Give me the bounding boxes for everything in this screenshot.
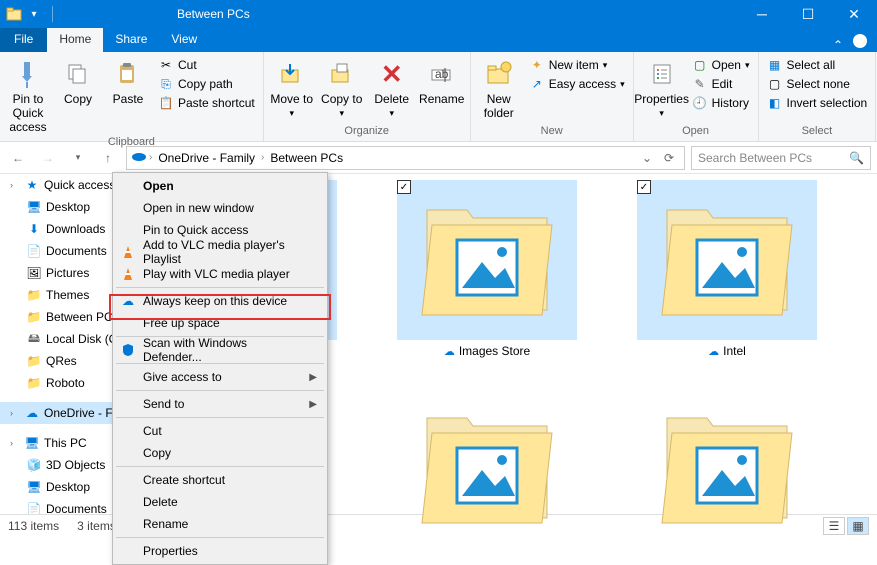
ribbon-collapse-icon[interactable]: ⌃ [823,38,853,52]
folder-item[interactable] [397,388,577,548]
paste-button[interactable]: Paste [104,56,152,108]
delete-button[interactable]: ✕Delete▾ [368,56,416,121]
copy-button[interactable]: Copy [54,56,102,108]
ctx-defender[interactable]: Scan with Windows Defender... [115,339,325,361]
ctx-addvlc[interactable]: Add to VLC media player's Playlist [115,241,325,263]
qat-dropdown-icon[interactable]: ▾ [26,6,42,22]
ctx-opennew[interactable]: Open in new window [115,197,325,219]
ctx-giveaccess[interactable]: Give access to▶ [115,366,325,388]
history-button[interactable]: 🕘History [688,94,754,112]
address-bar: ← → ▾ ↑ › OneDrive - Family › Between PC… [0,142,877,174]
ctx-sendto[interactable]: Send to▶ [115,393,325,415]
folder-icon [6,6,22,22]
shield-icon [120,342,136,358]
checkbox-checked-icon[interactable]: ✓ [397,180,411,194]
ctx-playvlc[interactable]: Play with VLC media player [115,263,325,285]
selectall-button[interactable]: ▦Select all [763,56,872,74]
up-button[interactable]: ↑ [96,146,120,170]
view-icons-button[interactable]: ▦ [847,517,869,535]
chevron-right-icon[interactable]: › [261,152,264,163]
properties-button[interactable]: Properties▾ [638,56,686,121]
help-icon[interactable]: ? [853,34,867,48]
ctx-rename[interactable]: Rename [115,513,325,535]
ctx-alwayskeep[interactable]: ☁Always keep on this device [115,290,325,312]
submenu-arrow-icon: ▶ [309,372,317,383]
refresh-icon[interactable]: ⟳ [658,151,680,165]
recent-dropdown[interactable]: ▾ [66,146,90,170]
rename-button[interactable]: abRename [418,56,466,108]
copypath-button[interactable]: ⎘Copy path [154,75,259,93]
context-menu: Open Open in new window Pin to Quick acc… [112,172,328,565]
newfolder-button[interactable]: New folder [475,56,523,122]
ctx-properties[interactable]: Properties [115,540,325,562]
folder-item[interactable]: ✓ ☁Images Store [397,180,577,358]
folder-item[interactable] [637,388,817,548]
vlc-icon [120,244,136,260]
ctx-createshortcut[interactable]: Create shortcut [115,469,325,491]
breadcrumb[interactable]: › OneDrive - Family › Between PCs ⌄ ⟳ [126,146,685,170]
open-button[interactable]: ▢Open ▾ [688,56,754,74]
close-button[interactable]: ✕ [831,0,877,28]
search-input[interactable]: Search Between PCs 🔍 [691,146,871,170]
ctx-copy[interactable]: Copy [115,442,325,464]
moveto-button[interactable]: Move to▾ [268,56,316,121]
search-placeholder: Search Between PCs [698,151,812,165]
cut-button[interactable]: ✂Cut [154,56,259,74]
onedrive-icon [131,150,147,165]
window-title: Between PCs [57,7,250,21]
vlc-icon [120,266,136,282]
status-item-count: 113 items [8,519,59,533]
tab-view[interactable]: View [159,28,209,52]
newitem-button[interactable]: ✦New item ▾ [525,56,629,74]
tab-file[interactable]: File [0,28,47,52]
edit-button[interactable]: ✎Edit [688,75,754,93]
folder-item[interactable]: ✓ ☁Intel [637,180,817,358]
checkbox-checked-icon[interactable]: ✓ [637,180,651,194]
pasteshortcut-button[interactable]: 📋Paste shortcut [154,94,259,112]
forward-button[interactable]: → [36,146,60,170]
ribbon-tabs: File Home Share View ⌃ ? [0,28,877,52]
submenu-arrow-icon: ▶ [309,399,317,410]
ribbon: Pin to Quick access Copy Paste ✂Cut ⎘Cop… [0,52,877,142]
view-details-button[interactable]: ☰ [823,517,845,535]
ctx-cut[interactable]: Cut [115,420,325,442]
chevron-right-icon[interactable]: › [149,152,152,163]
minimize-button[interactable]: ─ [739,0,785,28]
ctx-delete[interactable]: Delete [115,491,325,513]
selectnone-button[interactable]: ▢Select none [763,75,872,93]
maximize-button[interactable]: ☐ [785,0,831,28]
pin-quickaccess-button[interactable]: Pin to Quick access [4,56,52,136]
cloud-icon: ☁ [444,345,455,358]
tab-home[interactable]: Home [47,28,103,52]
back-button[interactable]: ← [6,146,30,170]
cloud-icon: ☁ [708,345,719,358]
breadcrumb-seg1[interactable]: OneDrive - Family [154,151,259,165]
breadcrumb-seg2[interactable]: Between PCs [266,151,347,165]
invertselection-button[interactable]: ◧Invert selection [763,94,872,112]
onedrive-icon: ☁ [120,293,136,309]
tab-share[interactable]: Share [103,28,159,52]
title-bar: ▾ Between PCs ─ ☐ ✕ [0,0,877,28]
addr-dropdown-icon[interactable]: ⌄ [636,151,658,165]
search-icon: 🔍 [849,151,864,165]
easyaccess-button[interactable]: ↗Easy access ▾ [525,75,629,93]
copyto-button[interactable]: Copy to▾ [318,56,366,121]
ctx-open[interactable]: Open [115,175,325,197]
ctx-freeup[interactable]: Free up space [115,312,325,334]
svg-text:ab: ab [435,67,449,81]
